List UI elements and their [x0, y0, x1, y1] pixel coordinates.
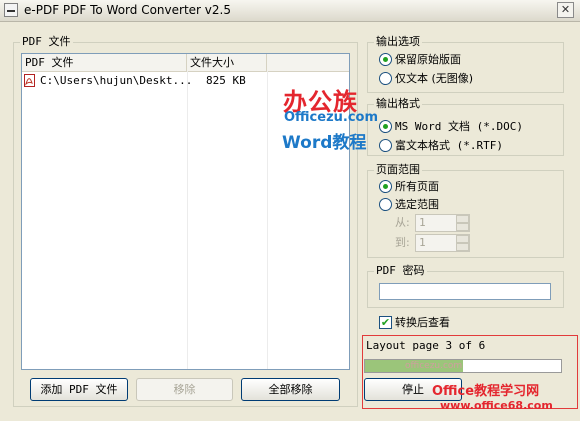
from-label: 从: [395, 216, 410, 229]
app-menu-icon[interactable] [4, 3, 18, 17]
doc-format-radio[interactable] [379, 120, 392, 133]
add-pdf-button[interactable]: 添加 PDF 文件 [30, 378, 128, 401]
close-icon: ✕ [560, 3, 571, 16]
status-text: Layout page 3 of 6 [366, 339, 486, 352]
conversion-progress-bar [364, 359, 562, 373]
close-button[interactable]: ✕ [557, 2, 574, 18]
rtf-format-label: 富文本格式 (*.RTF) [395, 139, 503, 152]
to-page-stepper[interactable]: 1 [415, 234, 470, 252]
select-range-label: 选定范围 [395, 198, 439, 211]
remove-all-button[interactable]: 全部移除 [241, 378, 340, 401]
output-format-legend: 输出格式 [374, 97, 422, 111]
check-icon: ✔ [380, 316, 391, 329]
watermark-faint: officezu.com [405, 361, 463, 371]
title-bar: e-PDF PDF To Word Converter v2.5 ✕ [0, 0, 580, 22]
to-label: 到: [395, 236, 410, 249]
pdf-password-input[interactable] [379, 283, 551, 300]
view-after-checkbox[interactable]: ✔ [379, 316, 392, 329]
remove-button[interactable]: 移除 [136, 378, 233, 401]
watermark-site-cn: Office教程学习网 [432, 384, 540, 399]
page-range-legend: 页面范围 [374, 163, 422, 177]
spin-up-icon[interactable] [456, 215, 469, 223]
output-options-legend: 输出选项 [374, 35, 422, 49]
window-title: e-PDF PDF To Word Converter v2.5 [24, 3, 231, 17]
file-path-cell: C:\Users\hujun\Deskt... [40, 74, 193, 87]
spin-up-icon[interactable] [456, 235, 469, 243]
column-header-size[interactable]: 文件大小 [187, 54, 267, 71]
column-header-file[interactable]: PDF 文件 [22, 54, 187, 71]
watermark-site-url: www.office68.com [440, 399, 553, 412]
rtf-format-radio[interactable] [379, 139, 392, 152]
all-pages-label: 所有页面 [395, 180, 439, 193]
file-size-cell: 825 KB [206, 74, 246, 87]
pdf-files-legend: PDF 文件 [20, 35, 73, 49]
pdf-file-icon [24, 74, 35, 87]
keep-layout-label: 保留原始版面 [395, 53, 461, 66]
doc-format-label: MS Word 文档 (*.DOC) [395, 120, 523, 133]
spin-down-icon[interactable] [456, 243, 469, 251]
keep-layout-radio[interactable] [379, 53, 392, 66]
watermark-brand-word: Word教程 [282, 133, 367, 153]
list-header: PDF 文件 文件大小 [22, 54, 349, 72]
view-after-label: 转换后查看 [395, 316, 450, 329]
all-pages-radio[interactable] [379, 180, 392, 193]
text-only-label: 仅文本 (无图像) [395, 72, 474, 85]
select-range-radio[interactable] [379, 198, 392, 211]
pdf-password-legend: PDF 密码 [374, 264, 427, 278]
text-only-radio[interactable] [379, 72, 392, 85]
watermark-brand-url: Officezu.com [284, 110, 379, 125]
from-page-stepper[interactable]: 1 [415, 214, 470, 232]
spin-down-icon[interactable] [456, 223, 469, 231]
